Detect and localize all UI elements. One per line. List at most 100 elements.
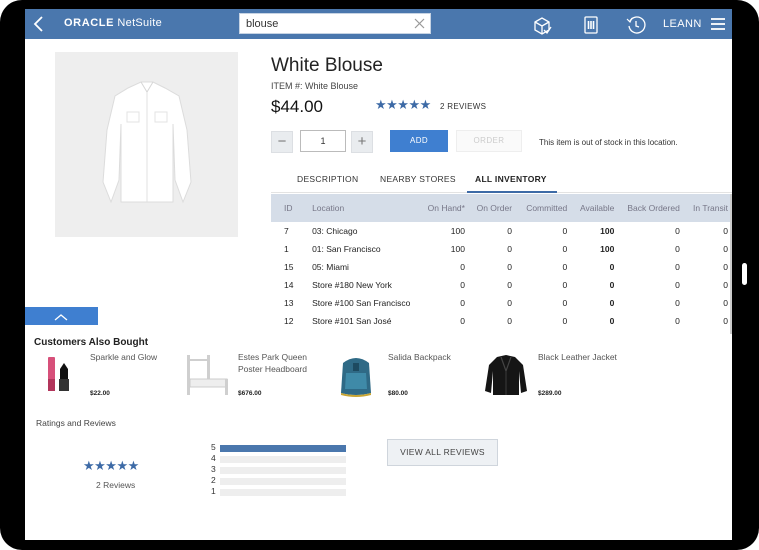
rating-bar-row[interactable]: 5: [211, 442, 351, 453]
view-all-reviews-button[interactable]: VIEW ALL REVIEWS: [387, 439, 498, 466]
cell-back-ordered: 0: [675, 262, 680, 272]
col-committed[interactable]: Committed: [516, 194, 571, 222]
rating-bar-track: [220, 467, 346, 474]
app-screen: ORACLE NetSuite LEANN: [25, 9, 732, 540]
col-id[interactable]: ID: [271, 194, 298, 222]
col-location[interactable]: Location: [298, 194, 416, 222]
recommendation-name: Estes Park Queen Poster Headboard: [238, 352, 307, 374]
tab-nearby-stores[interactable]: NEARBY STORES: [380, 174, 456, 184]
active-tab-indicator: [467, 191, 557, 193]
quantity-input[interactable]: [300, 130, 346, 152]
cell-available: 0: [609, 316, 615, 326]
ratings-count: 2 Reviews: [96, 480, 136, 490]
cell-location: Store #100 San Francisco: [312, 298, 411, 308]
col-back-ordered[interactable]: Back Ordered: [618, 194, 683, 222]
rating-bar-row[interactable]: 2: [211, 475, 351, 486]
product-price: $44.00: [271, 97, 323, 116]
inventory-scrollbar[interactable]: [730, 194, 732, 334]
table-row[interactable]: 1 01: San Francisco 100 0 0 100 0 0: [271, 240, 732, 258]
rating-bar-label: 2: [211, 475, 216, 485]
cell-location: 05: Miami: [312, 262, 349, 272]
user-menu[interactable]: LEANN: [663, 18, 702, 30]
cell-on-hand: 0: [460, 262, 465, 272]
quantity-decrease-button[interactable]: −: [271, 131, 293, 153]
col-in-transit[interactable]: In Transit: [684, 194, 732, 222]
search-input[interactable]: [240, 14, 410, 34]
quantity-increase-button[interactable]: +: [351, 131, 373, 153]
product-image[interactable]: [55, 52, 238, 237]
rating-bar-label: 1: [211, 486, 216, 496]
rating-bar-row[interactable]: 4: [211, 453, 351, 464]
cell-committed: 0: [562, 280, 568, 290]
cell-id: 12: [284, 316, 294, 326]
cell-back-ordered: 0: [675, 298, 680, 308]
rating-bar-row[interactable]: 3: [211, 464, 351, 475]
recommendation-price: $22.00: [90, 390, 110, 397]
cell-location: Store #180 New York: [312, 280, 392, 290]
bed-icon: [187, 355, 228, 395]
cell-location: Store #101 San José: [312, 316, 392, 326]
table-row[interactable]: 13 Store #100 San Francisco 0 0 0 0 0 0: [271, 294, 732, 312]
cell-in-transit: 0: [723, 244, 728, 254]
rating-bar-row[interactable]: 1: [211, 486, 351, 497]
cell-available: 0: [609, 280, 615, 290]
cell-back-ordered: 0: [675, 316, 680, 326]
col-available[interactable]: Available: [571, 194, 618, 222]
table-row[interactable]: 15 05: Miami 0 0 0 0 0 0: [271, 258, 732, 276]
rating-bar-label: 5: [211, 442, 216, 452]
rating-bar-label: 3: [211, 464, 216, 474]
cell-location: 01: San Francisco: [312, 244, 381, 254]
search-box: [239, 13, 431, 34]
cell-in-transit: 0: [723, 262, 728, 272]
rating-bar-track: [220, 456, 346, 463]
cell-available: 100: [600, 244, 615, 254]
table-row[interactable]: 7 03: Chicago 100 0 0 100 0 0: [271, 222, 732, 240]
col-on-hand[interactable]: On Hand*: [416, 194, 469, 222]
hamburger-menu-icon[interactable]: [710, 15, 726, 35]
cell-available: 0: [609, 262, 615, 272]
cell-back-ordered: 0: [675, 280, 680, 290]
tab-all-inventory[interactable]: ALL INVENTORY: [475, 174, 547, 184]
chevron-up-icon: [54, 314, 68, 321]
logo-oracle: ORACLE: [64, 17, 115, 29]
recommendation-price: $676.00: [238, 390, 262, 397]
collapse-panel-button[interactable]: [25, 307, 98, 325]
inventory-box-icon[interactable]: [532, 15, 552, 35]
backpack-icon: [341, 358, 371, 397]
rating-bar-fill: [220, 445, 346, 452]
product-title: White Blouse: [271, 55, 383, 76]
cell-location: 03: Chicago: [312, 226, 358, 236]
cell-on-hand: 100: [450, 226, 465, 236]
col-on-order[interactable]: On Order: [469, 194, 516, 222]
cell-id: 1: [284, 244, 289, 254]
also-bought-title: Customers Also Bought: [34, 337, 149, 348]
cell-in-transit: 0: [723, 316, 728, 326]
cell-id: 13: [284, 298, 294, 308]
netsuite-logo: ORACLE NetSuite: [64, 17, 162, 29]
cell-on-hand: 0: [460, 316, 465, 326]
clear-search-icon[interactable]: [414, 18, 425, 29]
detail-tabs: DESCRIPTION NEARBY STORES ALL INVENTORY: [271, 168, 732, 193]
back-arrow-icon[interactable]: [30, 14, 50, 34]
cell-committed: 0: [562, 298, 568, 308]
add-button[interactable]: ADD: [390, 130, 448, 152]
ratings-stars: ★★★★★: [83, 458, 139, 473]
order-button[interactable]: ORDER: [456, 130, 522, 152]
table-row[interactable]: 14 Store #180 New York 0 0 0 0 0 0: [271, 276, 732, 294]
catalog-icon[interactable]: [581, 15, 601, 35]
cell-on-order: 0: [507, 262, 513, 272]
cell-back-ordered: 0: [675, 226, 680, 236]
reviews-link[interactable]: 2 REVIEWS: [440, 102, 486, 111]
cell-available: 0: [609, 298, 615, 308]
cell-id: 15: [284, 262, 294, 272]
history-clock-icon[interactable]: [626, 15, 646, 35]
item-number: ITEM #: White Blouse: [271, 81, 359, 91]
tab-description[interactable]: DESCRIPTION: [297, 174, 358, 184]
home-button[interactable]: [742, 263, 747, 285]
top-bar: ORACLE NetSuite LEANN: [25, 9, 732, 39]
cell-on-hand: 100: [450, 244, 465, 254]
cell-on-hand: 0: [460, 298, 465, 308]
cell-on-order: 0: [507, 226, 513, 236]
recommendation-name: Sparkle and Glow: [90, 352, 158, 362]
table-row[interactable]: 12 Store #101 San José 0 0 0 0 0 0: [271, 312, 732, 330]
